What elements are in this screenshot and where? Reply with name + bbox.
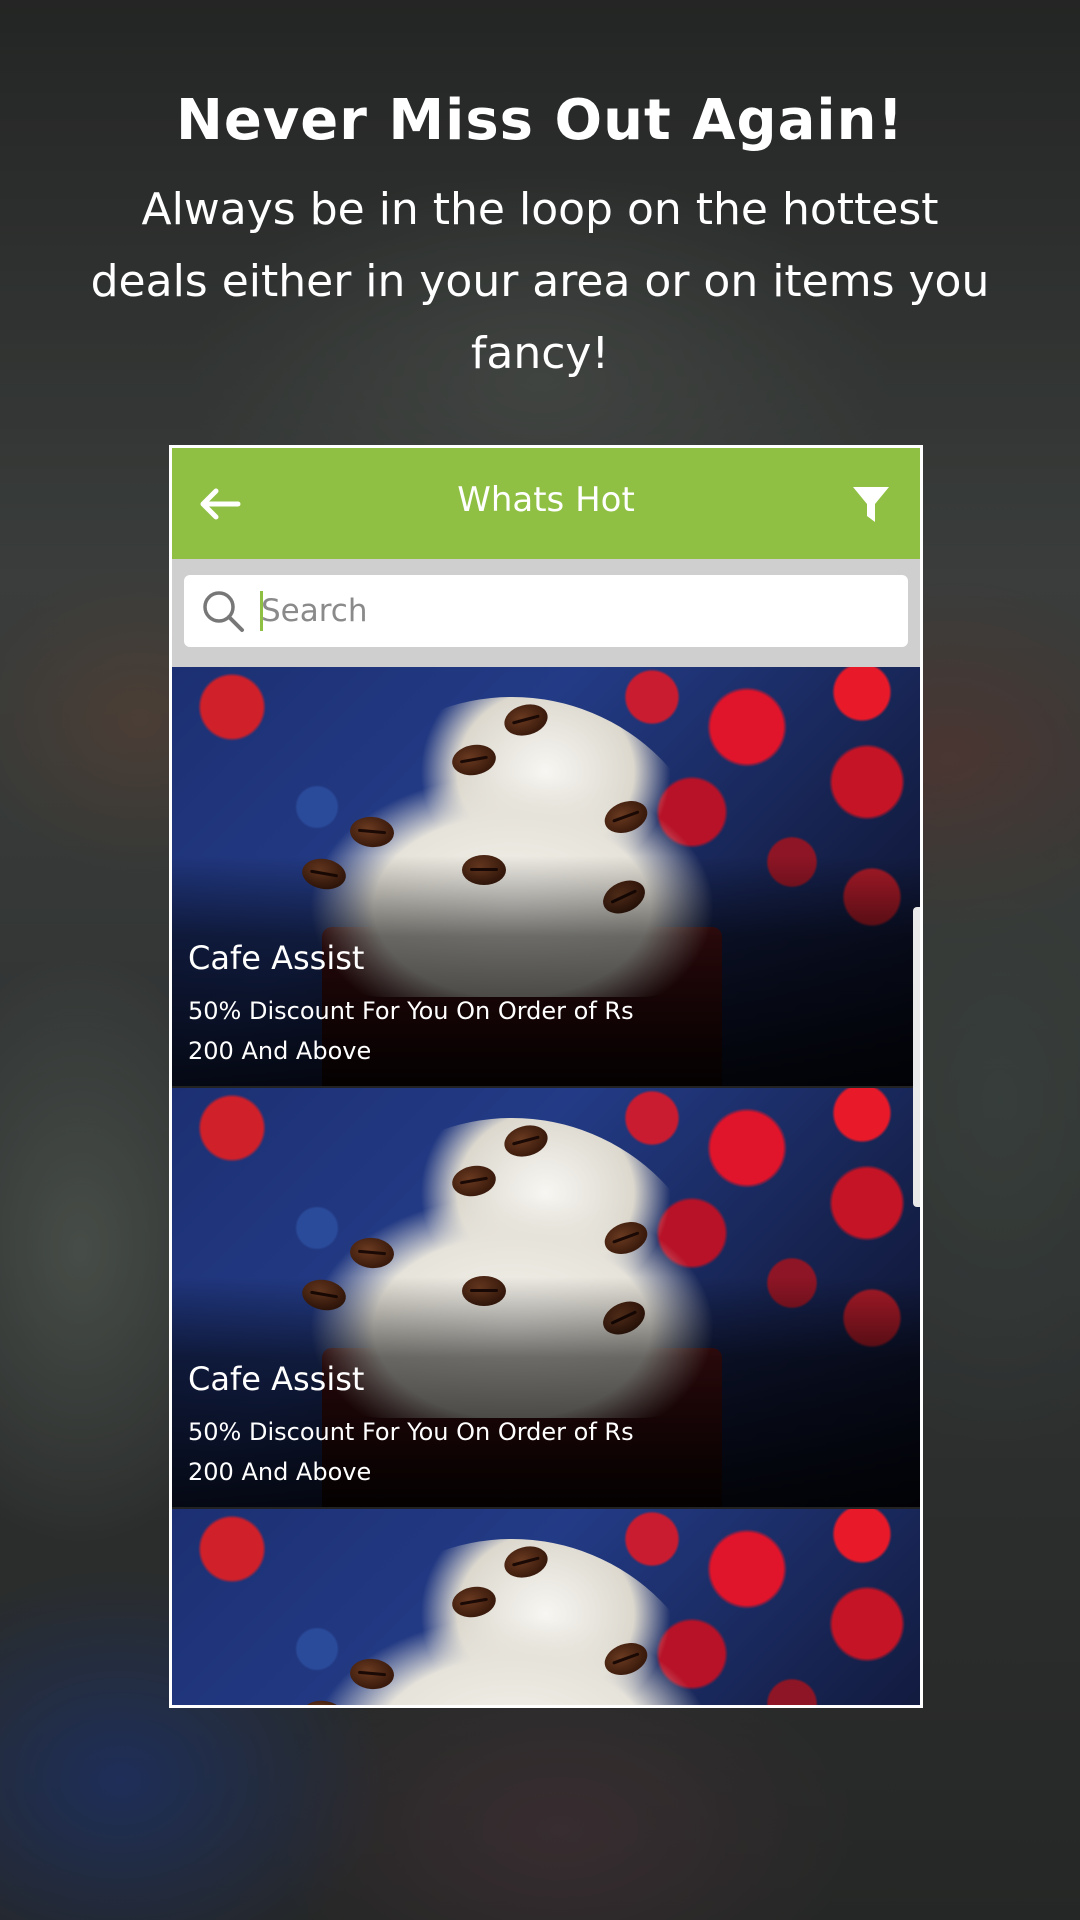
scrollbar[interactable] — [913, 907, 920, 1207]
promo-headline: Never Miss Out Again! — [175, 88, 905, 153]
deal-card[interactable]: Cafe Assist 50% Discount For You On Orde… — [172, 667, 920, 1088]
promo-subline: Always be in the loop on the hottest dea… — [90, 184, 990, 379]
search-input[interactable] — [261, 593, 821, 629]
search-box[interactable] — [184, 575, 908, 647]
app-screenshot-frame: Whats Hot Search Cafe Assist 50% Discoun… — [169, 445, 923, 1708]
deal-title: Cafe Assist — [188, 1360, 365, 1398]
deals-list[interactable]: Cafe Assist 50% Discount For You On Orde… — [172, 667, 920, 1705]
deal-card[interactable] — [172, 1509, 920, 1705]
deal-image — [172, 1509, 920, 1705]
deal-description: 50% Discount For You On Order of Rs 200 … — [188, 997, 634, 1065]
search-bar-container — [172, 559, 920, 667]
deal-title: Cafe Assist — [188, 939, 365, 977]
app-bar: Whats Hot — [172, 448, 920, 559]
page-title: Whats Hot — [457, 480, 635, 520]
search-icon — [198, 586, 248, 636]
filter-button[interactable] — [844, 478, 898, 532]
deal-description: 50% Discount For You On Order of Rs 200 … — [188, 1418, 634, 1486]
filter-icon — [853, 487, 889, 522]
deal-card[interactable]: Cafe Assist 50% Discount For You On Orde… — [172, 1088, 920, 1509]
